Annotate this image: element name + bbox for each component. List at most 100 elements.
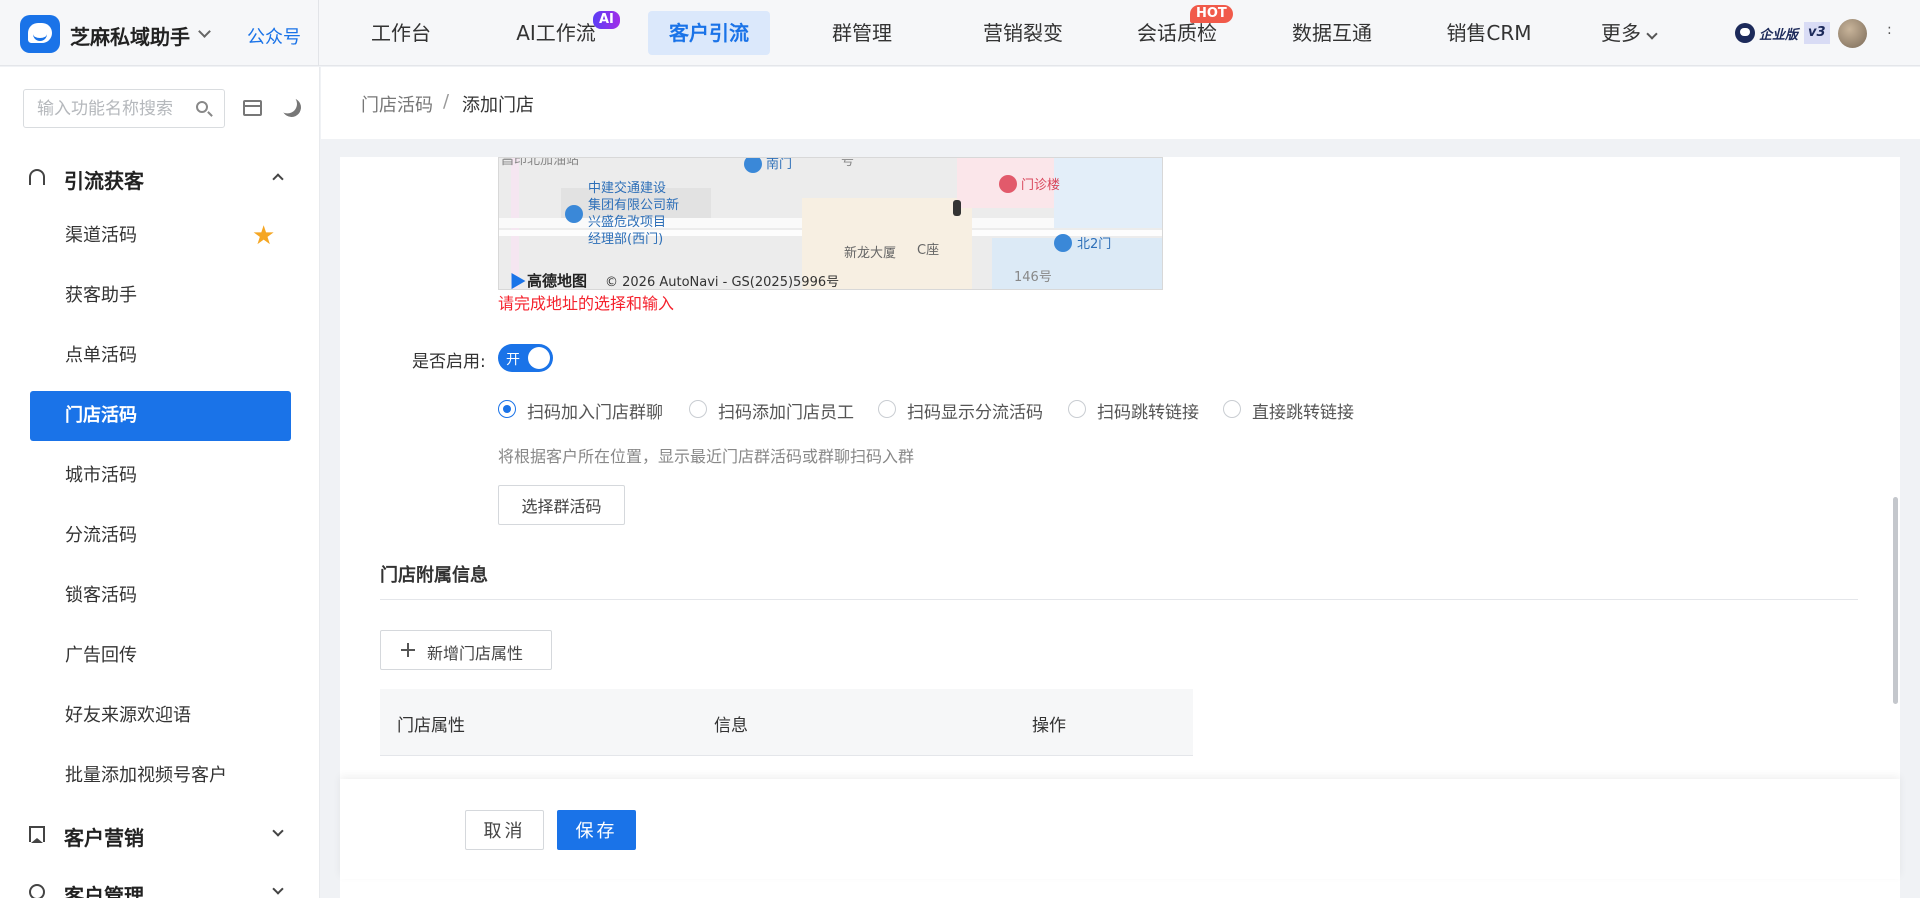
add-store-attribute-button[interactable]: 新增门店属性 [380, 630, 552, 670]
radio-label[interactable]: 扫码跳转链接 [1097, 398, 1199, 423]
plus-icon [401, 643, 415, 657]
breadcrumb-separator: / [443, 91, 450, 112]
chevron-down-icon[interactable] [272, 825, 284, 837]
chevron-down-icon[interactable] [272, 883, 284, 895]
sidebar-item-order-code[interactable]: 点单活码 [30, 331, 291, 381]
button-label: 新增门店属性 [427, 644, 524, 663]
breadcrumb: 门店活码 / 添加门店 [321, 67, 1920, 139]
breadcrumb-parent-link[interactable]: 门店活码 [361, 91, 433, 117]
user-menu-ellipsis-icon[interactable]: : [1887, 22, 1892, 38]
sidebar-item-welcome-message[interactable]: 好友来源欢迎语 [30, 691, 291, 741]
enterprise-edition-icon [1735, 23, 1755, 43]
sidebar-item-ad-callback[interactable]: 广告回传 [30, 631, 291, 681]
radio-label[interactable]: 扫码添加门店员工 [718, 398, 854, 423]
nav-customer-acquisition[interactable]: 客户引流 [648, 11, 770, 55]
sidebar-item-label: 渠道活码 [65, 225, 137, 246]
enable-label: 是否启用: [412, 352, 486, 372]
map-label: 南门 [766, 157, 793, 172]
account-type-link[interactable]: 公众号 [247, 23, 301, 49]
function-search-input[interactable] [25, 91, 185, 126]
location-map[interactable]: 昌印北加油站 南门 号 门诊楼 中建交通建设 集团有限公司新 兴盛危改项目 经理… [498, 157, 1163, 290]
clock-icon [29, 884, 45, 898]
radio-dot[interactable] [1068, 400, 1086, 418]
user-plus-icon [29, 169, 45, 185]
sidebar-item-lock-code[interactable]: 锁客活码 [30, 571, 291, 621]
sidebar-item-split-code[interactable]: 分流活码 [30, 511, 291, 561]
map-hospital-pin-icon [999, 175, 1017, 193]
nav-data-interop[interactable]: 数据互通 [1277, 11, 1387, 55]
section-title: 门店附属信息 [380, 565, 488, 586]
sidebar: 引流获客 渠道活码 ★ 获客助手 点单活码 门店活码 城市活码 分流活码 锁客活… [0, 67, 320, 898]
function-search-box[interactable] [23, 89, 225, 128]
radio-label[interactable]: 扫码加入门店群聊 [527, 398, 663, 423]
scrollbar-thumb[interactable] [1893, 497, 1898, 704]
radio-dot[interactable] [689, 400, 707, 418]
calendar-icon[interactable] [243, 100, 262, 116]
sidebar-item-acquisition-assistant[interactable]: 获客助手 [30, 271, 291, 321]
map-label: 集团有限公司新 [588, 198, 680, 213]
search-icon[interactable] [196, 101, 208, 113]
map-label: 兴盛危改项目 [588, 215, 667, 230]
map-label: 经理部(西门) [588, 232, 664, 247]
amap-logo-icon [504, 268, 526, 289]
map-label: 号 [841, 157, 855, 169]
version-badge: v3 [1804, 22, 1830, 44]
address-error-message: 请完成地址的选择和输入 [498, 294, 675, 313]
section-divider [380, 599, 1858, 600]
chevron-up-icon[interactable] [272, 173, 284, 185]
map-label: 门诊楼 [1021, 178, 1061, 193]
form-footer: 取消 保存 [340, 779, 1900, 879]
nav-sales-crm[interactable]: 销售CRM [1430, 11, 1548, 55]
star-icon[interactable]: ★ [252, 223, 275, 249]
traffic-light-icon [953, 200, 961, 216]
sidebar-item-store-code[interactable]: 门店活码 [30, 391, 291, 441]
map-label: 中建交通建设 [588, 181, 667, 196]
map-brand: 高德地图 [527, 272, 588, 290]
radio-label[interactable]: 直接跳转链接 [1252, 398, 1354, 423]
map-poi-pin-icon [744, 158, 762, 173]
sidebar-group-marketing[interactable]: 客户营销 [0, 814, 319, 854]
save-button[interactable]: 保存 [557, 810, 636, 850]
user-avatar[interactable] [1838, 19, 1867, 48]
brand-name[interactable]: 芝麻私域助手 [70, 21, 190, 50]
sidebar-group-acquisition[interactable]: 引流获客 [0, 157, 319, 197]
nav-group-management[interactable]: 群管理 [818, 11, 906, 55]
sidebar-item-batch-add-video[interactable]: 批量添加视频号客户 [30, 751, 291, 801]
map-label: 北2门 [1077, 237, 1112, 252]
attributes-table-header: 门店属性 信息 操作 [380, 689, 1193, 756]
cancel-button[interactable]: 取消 [465, 810, 544, 850]
brand-dropdown-chevron-icon[interactable] [198, 25, 211, 38]
nav-divider [318, 0, 319, 66]
ai-badge: AI [593, 11, 620, 29]
more-chevron-down-icon[interactable] [1646, 28, 1658, 40]
select-group-code-button[interactable]: 选择群活码 [498, 485, 625, 525]
top-nav: 芝麻私域助手 公众号 工作台 AI工作流 AI 客户引流 群管理 营销裂变 会话… [0, 0, 1920, 66]
radio-label[interactable]: 扫码显示分流活码 [907, 398, 1043, 423]
radio-dot[interactable] [878, 400, 896, 418]
map-label: 昌印北加油站 [501, 157, 580, 168]
sidebar-group-label: 引流获客 [64, 169, 144, 193]
map-block [1054, 158, 1162, 228]
map-label: C座 [917, 243, 940, 258]
dark-mode-moon-icon[interactable] [279, 95, 303, 119]
radio-dot[interactable] [498, 400, 516, 418]
switch-knob [528, 347, 550, 369]
sidebar-item-channel-code[interactable]: 渠道活码 ★ [30, 211, 291, 261]
app-logo-icon[interactable] [20, 15, 60, 53]
radio-dot[interactable] [1223, 400, 1241, 418]
sidebar-group-label: 客户管理 [64, 884, 144, 898]
sidebar-group-customer-management[interactable]: 客户管理 [0, 872, 319, 898]
column-header: 门店属性 [397, 716, 465, 736]
location-hint: 将根据客户所在位置，显示最近门店群活码或群聊扫码入群 [498, 447, 915, 466]
sidebar-item-city-code[interactable]: 城市活码 [30, 451, 291, 501]
nav-more[interactable]: 更多 [1597, 11, 1645, 55]
nav-ai-workflow[interactable]: AI工作流 [506, 11, 606, 55]
bookmark-icon [29, 826, 45, 843]
breadcrumb-current: 添加门店 [462, 95, 534, 116]
nav-workbench[interactable]: 工作台 [357, 11, 445, 55]
nav-marketing-fission[interactable]: 营销裂变 [968, 11, 1078, 55]
column-header: 操作 [1032, 716, 1066, 736]
enable-switch[interactable]: 开 [498, 344, 553, 372]
column-header: 信息 [714, 716, 748, 736]
edition-label: 企业版 [1759, 28, 1799, 43]
